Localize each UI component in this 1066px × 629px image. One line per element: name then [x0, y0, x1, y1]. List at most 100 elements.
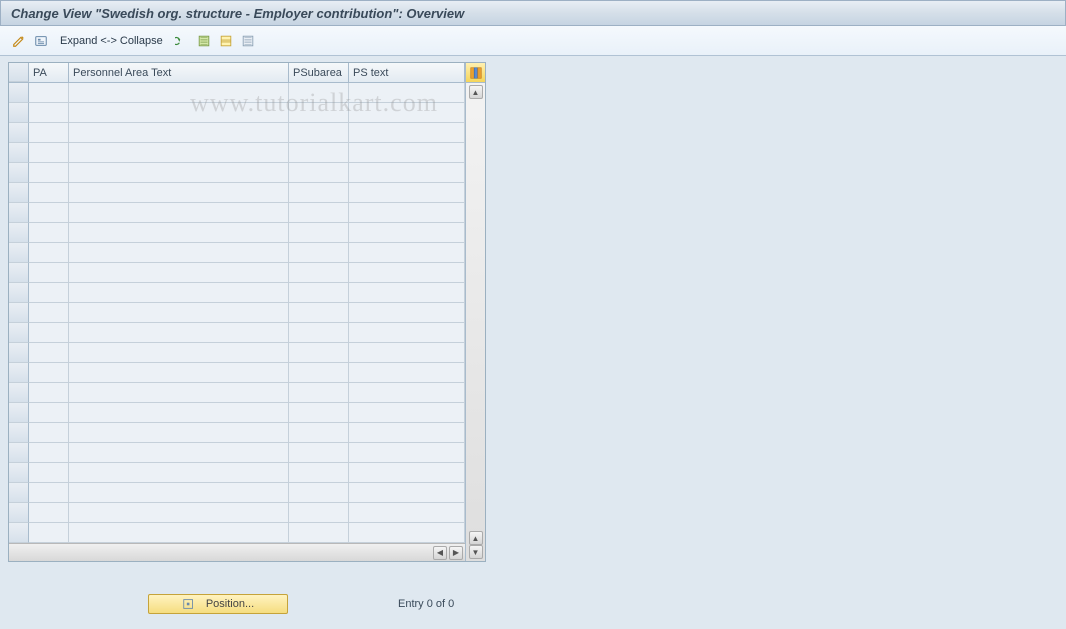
table-row[interactable]	[9, 183, 465, 203]
scroll-left-icon[interactable]: ◀	[433, 546, 447, 560]
cell-pat[interactable]	[69, 343, 289, 363]
table-row[interactable]	[9, 383, 465, 403]
table-row[interactable]	[9, 243, 465, 263]
select-block-icon[interactable]	[217, 32, 235, 50]
row-selector[interactable]	[9, 483, 29, 503]
cell-pat[interactable]	[69, 483, 289, 503]
cell-pa[interactable]	[29, 523, 69, 543]
cell-pat[interactable]	[69, 203, 289, 223]
expand-collapse-toggle[interactable]: Expand <-> Collapse	[54, 35, 169, 47]
cell-pst[interactable]	[349, 143, 465, 163]
cell-pst[interactable]	[349, 503, 465, 523]
cell-pa[interactable]	[29, 283, 69, 303]
cell-psub[interactable]	[289, 143, 349, 163]
cell-psub[interactable]	[289, 503, 349, 523]
table-row[interactable]	[9, 323, 465, 343]
table-row[interactable]	[9, 343, 465, 363]
table-row[interactable]	[9, 83, 465, 103]
cell-psub[interactable]	[289, 403, 349, 423]
select-all-icon[interactable]	[195, 32, 213, 50]
cell-pat[interactable]	[69, 323, 289, 343]
cell-psub[interactable]	[289, 363, 349, 383]
cell-psub[interactable]	[289, 163, 349, 183]
other-entry-icon[interactable]	[32, 32, 50, 50]
row-selector[interactable]	[9, 403, 29, 423]
row-selector[interactable]	[9, 223, 29, 243]
cell-pst[interactable]	[349, 83, 465, 103]
table-row[interactable]	[9, 523, 465, 543]
table-row[interactable]	[9, 483, 465, 503]
row-selector[interactable]	[9, 283, 29, 303]
cell-pa[interactable]	[29, 163, 69, 183]
scroll-up-icon[interactable]: ▲	[469, 85, 483, 99]
cell-pst[interactable]	[349, 363, 465, 383]
cell-pst[interactable]	[349, 303, 465, 323]
cell-psub[interactable]	[289, 103, 349, 123]
cell-pa[interactable]	[29, 363, 69, 383]
scroll-up2-icon[interactable]: ▲	[469, 531, 483, 545]
row-selector[interactable]	[9, 503, 29, 523]
cell-pa[interactable]	[29, 303, 69, 323]
cell-pa[interactable]	[29, 123, 69, 143]
cell-pat[interactable]	[69, 183, 289, 203]
cell-pat[interactable]	[69, 283, 289, 303]
col-header-psubarea[interactable]: PSubarea	[289, 63, 349, 82]
cell-pat[interactable]	[69, 463, 289, 483]
cell-psub[interactable]	[289, 523, 349, 543]
cell-pat[interactable]	[69, 163, 289, 183]
table-row[interactable]	[9, 123, 465, 143]
cell-psub[interactable]	[289, 443, 349, 463]
cell-psub[interactable]	[289, 223, 349, 243]
cell-pa[interactable]	[29, 443, 69, 463]
cell-psub[interactable]	[289, 83, 349, 103]
deselect-all-icon[interactable]	[239, 32, 257, 50]
row-selector[interactable]	[9, 123, 29, 143]
cell-pa[interactable]	[29, 403, 69, 423]
cell-psub[interactable]	[289, 423, 349, 443]
cell-pst[interactable]	[349, 103, 465, 123]
cell-pst[interactable]	[349, 183, 465, 203]
row-selector[interactable]	[9, 463, 29, 483]
cell-psub[interactable]	[289, 303, 349, 323]
cell-pa[interactable]	[29, 143, 69, 163]
cell-pat[interactable]	[69, 423, 289, 443]
col-header-personnel-area-text[interactable]: Personnel Area Text	[69, 63, 289, 82]
row-selector[interactable]	[9, 243, 29, 263]
cell-pst[interactable]	[349, 423, 465, 443]
scroll-right-icon[interactable]: ▶	[449, 546, 463, 560]
cell-pa[interactable]	[29, 83, 69, 103]
cell-pst[interactable]	[349, 403, 465, 423]
cell-pst[interactable]	[349, 163, 465, 183]
cell-pat[interactable]	[69, 263, 289, 283]
cell-psub[interactable]	[289, 323, 349, 343]
cell-pat[interactable]	[69, 123, 289, 143]
cell-pat[interactable]	[69, 143, 289, 163]
cell-pat[interactable]	[69, 103, 289, 123]
cell-pa[interactable]	[29, 243, 69, 263]
cell-pat[interactable]	[69, 503, 289, 523]
row-selector[interactable]	[9, 263, 29, 283]
cell-pa[interactable]	[29, 483, 69, 503]
vertical-scrollbar[interactable]: ▲ ▲ ▼	[466, 83, 485, 561]
row-selector[interactable]	[9, 303, 29, 323]
table-row[interactable]	[9, 103, 465, 123]
table-row[interactable]	[9, 363, 465, 383]
cell-psub[interactable]	[289, 243, 349, 263]
cell-pst[interactable]	[349, 203, 465, 223]
row-selector[interactable]	[9, 383, 29, 403]
table-row[interactable]	[9, 463, 465, 483]
cell-pat[interactable]	[69, 83, 289, 103]
cell-pst[interactable]	[349, 443, 465, 463]
cell-psub[interactable]	[289, 263, 349, 283]
cell-pa[interactable]	[29, 203, 69, 223]
cell-pst[interactable]	[349, 263, 465, 283]
table-row[interactable]	[9, 203, 465, 223]
row-selector[interactable]	[9, 103, 29, 123]
undo-change-icon[interactable]	[173, 32, 191, 50]
row-selector[interactable]	[9, 323, 29, 343]
cell-psub[interactable]	[289, 383, 349, 403]
cell-pst[interactable]	[349, 483, 465, 503]
cell-pst[interactable]	[349, 223, 465, 243]
cell-pa[interactable]	[29, 103, 69, 123]
cell-pat[interactable]	[69, 403, 289, 423]
